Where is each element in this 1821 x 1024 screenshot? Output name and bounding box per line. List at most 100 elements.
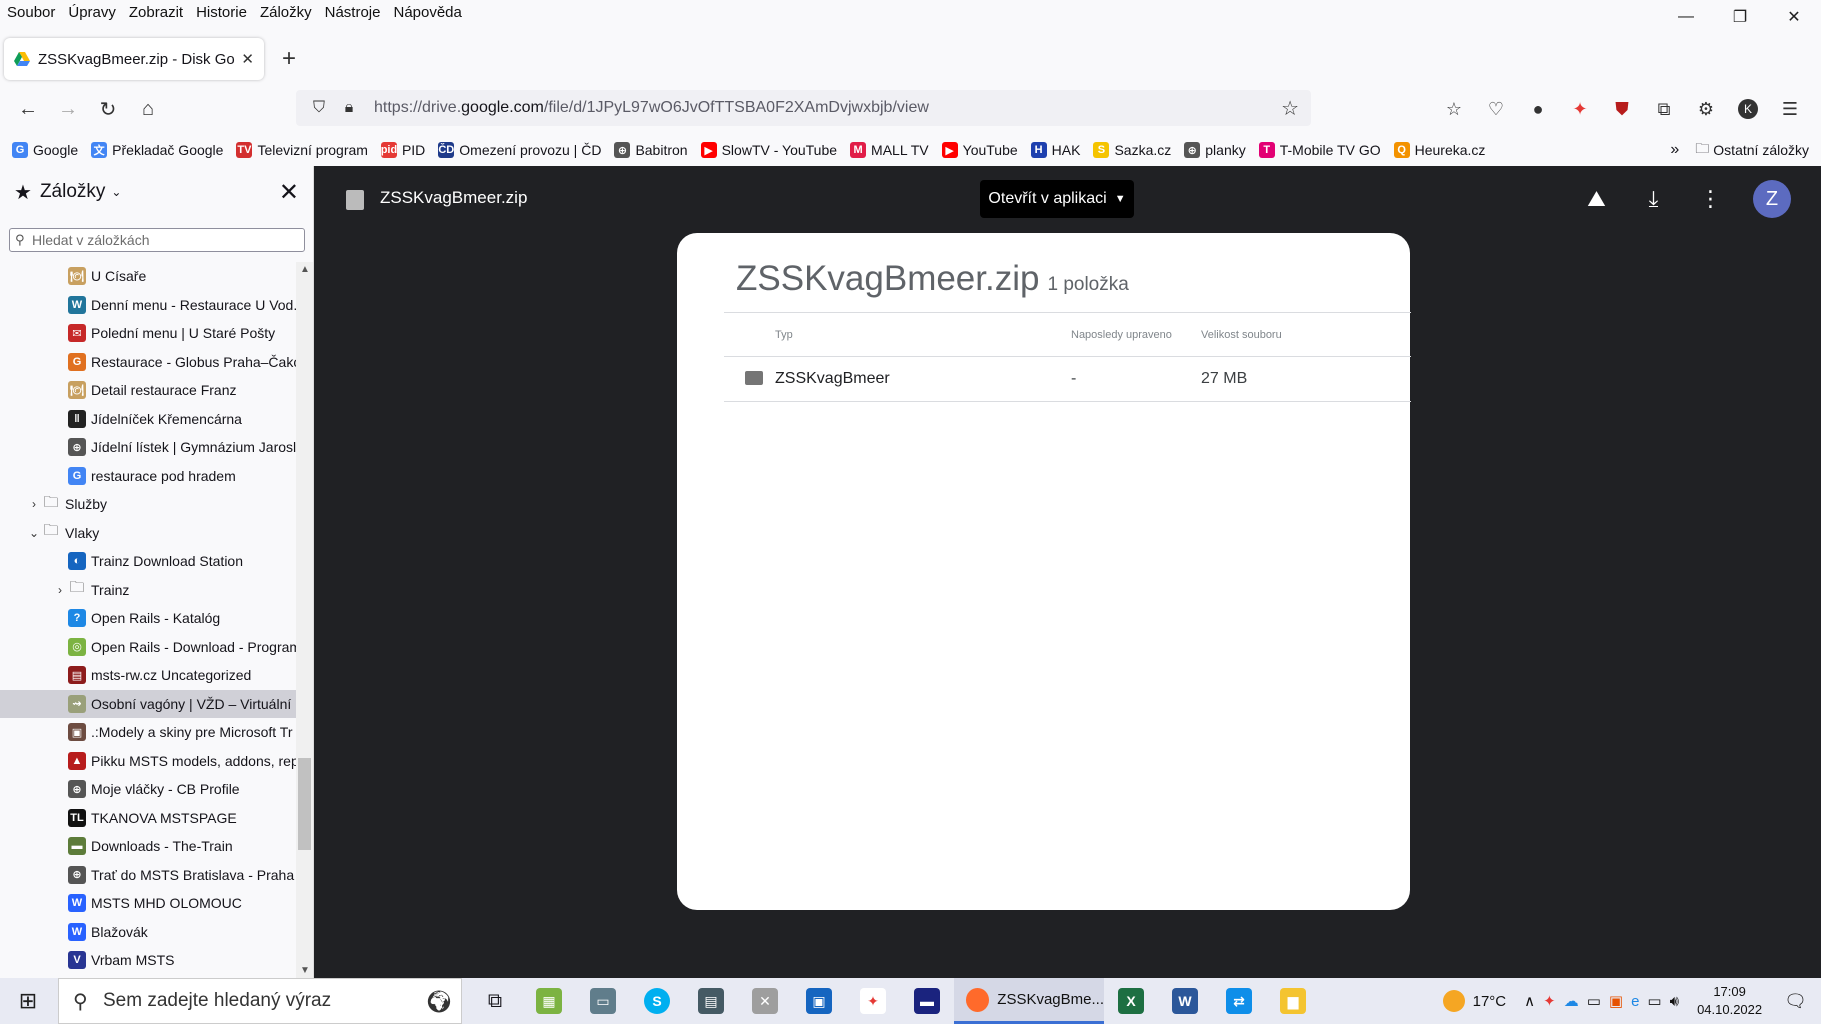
extensions-icon[interactable]: ⧉ xyxy=(1643,99,1685,120)
bookmark-entry[interactable]: ▣ .:Modely a skiny pre Microsoft Tr xyxy=(0,718,296,747)
back-icon[interactable]: ← xyxy=(8,91,48,127)
extension-circles-icon[interactable]: ● xyxy=(1517,99,1559,120)
home-icon[interactable]: ⌂ xyxy=(128,91,168,127)
sidebar-header[interactable]: ★ Záložky ⌄ ✕ xyxy=(0,166,313,218)
url-text[interactable]: https://drive.google.com/file/d/1JPyL97w… xyxy=(374,99,929,117)
close-window-icon[interactable]: ✕ xyxy=(1767,0,1821,34)
other-bookmarks[interactable]: Ostatní záložky xyxy=(1713,142,1809,158)
bookmark-item[interactable]: H HAK xyxy=(1030,142,1080,158)
bookmark-entry[interactable]: ◐ Trainz Download Station xyxy=(0,547,296,576)
bookmark-entry[interactable]: ⊕ Moje vláčky - CB Profile xyxy=(0,775,296,804)
scroll-down-icon[interactable]: ▼ xyxy=(300,965,310,976)
bookmark-entry[interactable]: W Denní menu - Restaurace U Vod... xyxy=(0,291,296,320)
weather-temperature[interactable]: 17°C xyxy=(1473,993,1507,1010)
word-icon[interactable]: W xyxy=(1158,978,1212,1024)
network-icon[interactable]: ▭ xyxy=(1647,992,1661,1010)
bookmark-folder[interactable]: › 🗀 Trainz xyxy=(0,576,296,605)
tray-usb-icon[interactable]: ▭ xyxy=(1587,992,1601,1010)
tray-chevron-icon[interactable]: ∧ xyxy=(1524,992,1535,1010)
calculator-icon[interactable]: ▤ xyxy=(684,978,738,1024)
bookmark-folder[interactable]: › 🗀 Služby xyxy=(0,490,296,519)
bookmark-entry[interactable]: ⇝ Osobní vagóny | VŽD – Virtuální xyxy=(0,689,296,718)
chevron-more-icon[interactable]: » xyxy=(1670,141,1679,159)
app-grey-icon[interactable]: ✕ xyxy=(738,978,792,1024)
bookmark-entry[interactable]: ▬ Downloads - The-Train xyxy=(0,832,296,861)
notifications-icon[interactable]: 🗨︎ xyxy=(1784,991,1807,1012)
bookmark-entry[interactable]: W MSTS MHD OLOMOUC xyxy=(0,889,296,918)
skype-icon[interactable]: S xyxy=(630,978,684,1024)
account-avatar-icon[interactable]: K xyxy=(1727,99,1769,119)
bookmark-item[interactable]: ČD Omezení provozu | ČD xyxy=(438,142,601,158)
bookmark-item[interactable]: pid PID xyxy=(381,142,425,158)
pocket-icon[interactable]: ♡ xyxy=(1475,99,1517,120)
forward-icon[interactable]: → xyxy=(48,91,88,127)
bookmark-entry[interactable]: 🍽 U Císaře xyxy=(0,262,296,291)
bookmark-entry[interactable]: W Blažovák xyxy=(0,918,296,947)
tab-google-drive[interactable]: ZSSKvagBmeer.zip - Disk Googl ✕ xyxy=(4,38,264,80)
sidebar-close-icon[interactable]: ✕ xyxy=(279,178,299,207)
table-row[interactable]: ZSSKvagBmeer - 27 MB xyxy=(724,357,1411,402)
settings-gear-icon[interactable]: ⚙ xyxy=(1685,99,1727,120)
windows-start-icon[interactable]: ⊞ xyxy=(0,978,56,1024)
shield-icon[interactable]: ⛉ xyxy=(304,99,334,117)
menu-historie[interactable]: Historie xyxy=(189,4,253,21)
bookmark-folder[interactable]: ⌄ 🗀 Vlaky xyxy=(0,519,296,548)
excel-icon[interactable]: X xyxy=(1104,978,1158,1024)
bookmark-entry[interactable]: TL TKANOVA MSTSPAGE xyxy=(0,804,296,833)
tray-cloud-icon[interactable]: ☁ xyxy=(1564,992,1579,1010)
sidebar-title[interactable]: Záložky xyxy=(40,181,105,203)
ublock-icon[interactable]: ⛊ xyxy=(1601,99,1643,120)
download-icon[interactable]: ⤓ xyxy=(1625,186,1682,212)
bookmark-item[interactable]: ⊕ planky xyxy=(1184,142,1246,158)
save-disk-icon[interactable]: ▬ xyxy=(900,978,954,1024)
bookmark-entry[interactable]: Grestaurace pod hradem xyxy=(0,462,296,491)
bookmark-entry[interactable]: ⊕ Jídelní lístek | Gymnázium Jaroslav xyxy=(0,433,296,462)
weather-sun-icon[interactable] xyxy=(1442,990,1465,1012)
teamviewer-icon[interactable]: ⇄ xyxy=(1212,978,1266,1024)
tray-edge-icon[interactable]: e xyxy=(1631,993,1639,1010)
task-view-icon[interactable]: ⧉ xyxy=(468,978,522,1024)
bookmark-item[interactable]: ⊕ Babitron xyxy=(614,142,688,158)
bookmark-entry[interactable]: G Restaurace - Globus Praha–Čakovice xyxy=(0,348,296,377)
chevron-right-icon[interactable]: › xyxy=(26,497,42,511)
tray-app-icon[interactable]: ✦ xyxy=(1543,992,1556,1010)
app-colorful-icon[interactable]: ✦ xyxy=(846,978,900,1024)
open-in-app-button[interactable]: Otevřít v aplikaci ▼ xyxy=(980,180,1134,218)
reload-icon[interactable]: ↻ xyxy=(88,91,128,127)
menu-zalozky[interactable]: Záložky xyxy=(253,4,318,21)
bookmark-item[interactable]: TV Televizní program xyxy=(236,142,368,158)
bookmark-entry[interactable]: ◎ Open Rails - Download - Program xyxy=(0,633,296,662)
app-notes-icon[interactable]: ▦ xyxy=(522,978,576,1024)
chevron-down-icon[interactable]: ⌄ xyxy=(111,185,121,199)
extension-puzzle-color-icon[interactable]: ✦ xyxy=(1559,99,1601,120)
menu-upravy[interactable]: Úpravy xyxy=(61,4,122,21)
bookmarks-search-input[interactable]: ⚲ Hledat v záložkách xyxy=(9,228,305,252)
bookmark-entry[interactable]: ▲ Pikku MSTS models, addons, rep xyxy=(0,747,296,776)
bookmark-entry[interactable]: ⊕ Trať do MSTS Bratislava - Praha xyxy=(0,861,296,890)
new-tab-button[interactable]: + xyxy=(282,45,296,73)
bookmark-star-icon[interactable]: ☆ xyxy=(1281,96,1299,121)
tray-office-icon[interactable]: ▣ xyxy=(1609,992,1623,1010)
menu-napoveda[interactable]: Nápověda xyxy=(386,4,467,21)
bookmark-entry[interactable]: 🍽 Detail restaurace Franz xyxy=(0,376,296,405)
url-bar[interactable]: ⛉ 🔒︎ https://drive.google.com/file/d/1JP… xyxy=(296,90,1311,126)
restore-icon[interactable]: ❐ xyxy=(1713,0,1767,34)
clock[interactable]: 17:09 04.10.2022 xyxy=(1697,983,1762,1019)
column-size[interactable]: Velikost souboru xyxy=(1201,329,1282,341)
add-to-drive-icon[interactable]: ⛰ xyxy=(1568,186,1625,212)
hamburger-menu-icon[interactable]: ☰ xyxy=(1769,99,1811,120)
bookmark-item[interactable]: M MALL TV xyxy=(850,142,929,158)
bookmark-item[interactable]: T T-Mobile TV GO xyxy=(1258,142,1381,158)
bookmark-item[interactable]: Q Heureka.cz xyxy=(1393,142,1485,158)
taskbar-search-input[interactable]: ⚲ Sem zadejte hledaný výraz 🌍︎ xyxy=(58,978,462,1024)
more-options-icon[interactable]: ⋮ xyxy=(1682,186,1739,212)
bookmark-entry[interactable]: ? Open Rails - Katalóg xyxy=(0,604,296,633)
tab-close-icon[interactable]: ✕ xyxy=(241,50,254,68)
bookmark-entry[interactable]: V Vrbam MSTS xyxy=(0,946,296,975)
scroll-up-icon[interactable]: ▲ xyxy=(300,264,310,275)
bookmark-entry[interactable]: ✉ Polední menu | U Staré Pošty xyxy=(0,319,296,348)
store-icon[interactable]: ▣ xyxy=(792,978,846,1024)
volume-icon[interactable]: 🔊︎ xyxy=(1670,993,1679,1010)
chevron-right-icon[interactable]: › xyxy=(52,583,68,597)
app-computer-icon[interactable]: ▭ xyxy=(576,978,630,1024)
